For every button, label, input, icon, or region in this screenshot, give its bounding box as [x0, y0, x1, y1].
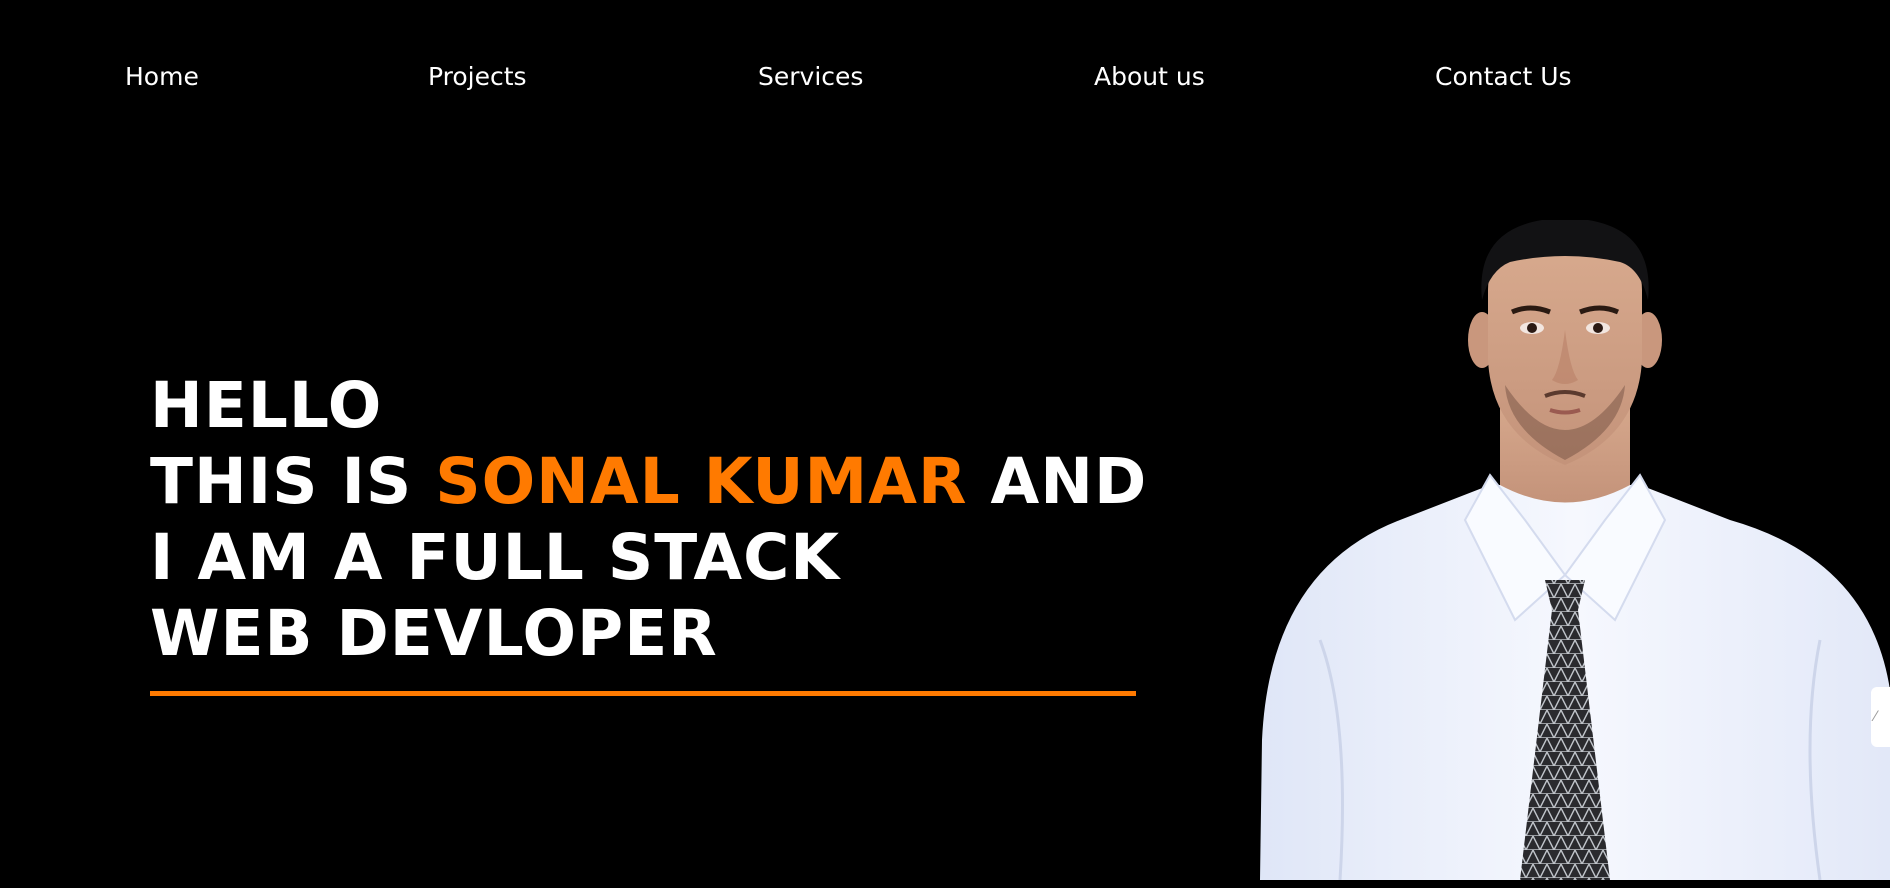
- hero-role-line-1: I AM A FULL STACK: [150, 521, 841, 594]
- page: Home Projects Services About us Contact …: [0, 0, 1890, 888]
- nav-projects-link[interactable]: Projects: [428, 60, 527, 94]
- nav-about-link[interactable]: About us: [1094, 60, 1205, 94]
- nav-contact-link[interactable]: Contact Us: [1435, 60, 1572, 94]
- nav-services-link[interactable]: Services: [758, 60, 863, 94]
- hero-intro-line: THIS IS SONAL KUMAR AND: [150, 444, 1150, 520]
- hero-heading: HELLO THIS IS SONAL KUMAR AND I AM A FUL…: [150, 368, 1150, 672]
- hero-underline: [150, 691, 1136, 696]
- hero-intro-prefix: THIS IS: [150, 445, 436, 518]
- hero-role-line-2: WEB DEVLOPER: [150, 597, 718, 670]
- hero-intro-suffix: AND: [967, 445, 1148, 518]
- side-feedback-tab[interactable]: ⁄: [1871, 687, 1890, 747]
- top-nav: Home Projects Services About us Contact …: [0, 60, 1890, 96]
- nav-home-link[interactable]: Home: [125, 60, 199, 94]
- hero-name: SONAL KUMAR: [435, 445, 968, 518]
- person-portrait-photo: [1260, 220, 1890, 880]
- hero-greeting: HELLO: [150, 369, 383, 442]
- feedback-icon: ⁄: [1874, 709, 1877, 725]
